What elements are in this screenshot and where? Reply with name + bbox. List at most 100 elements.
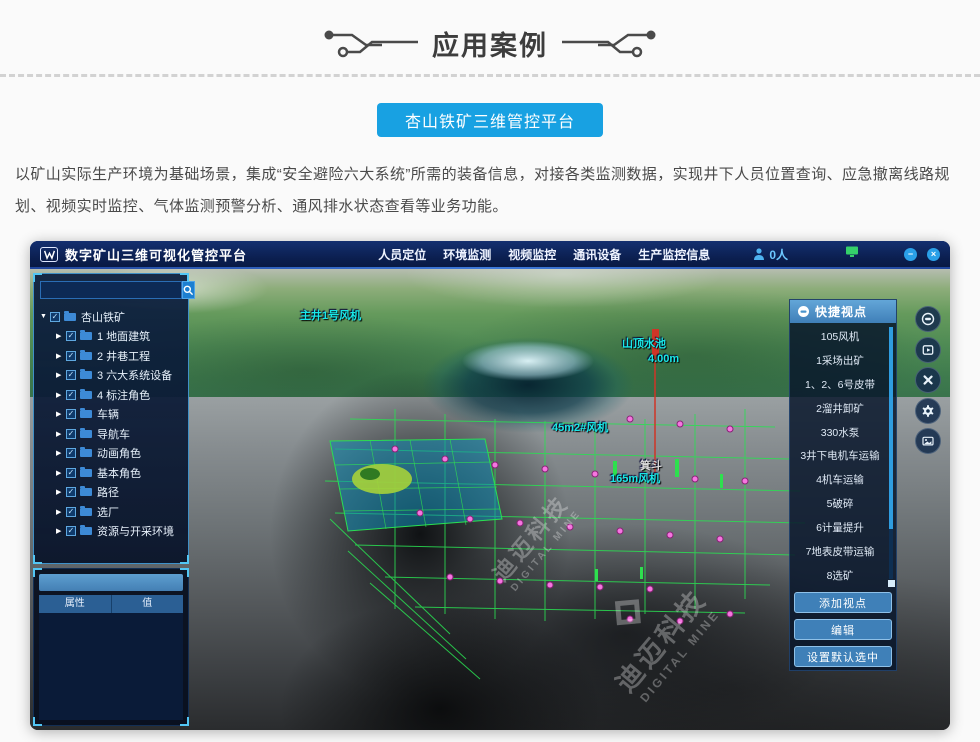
scene-label-fan-45: 45m2#风机 [552,419,608,435]
tree-item-label: 3 六大系统设备 [97,367,172,383]
tree-item[interactable]: ▶✓1 地面建筑 [40,327,182,347]
search-button[interactable] [182,281,195,299]
add-viewpoint-button[interactable]: 添加视点 [794,592,892,613]
tree-item-label: 4 标注角色 [97,387,150,403]
viewpoint-item[interactable]: 5破碎 [794,492,886,516]
checkbox[interactable]: ✓ [66,429,76,439]
chevron-right-icon[interactable]: ▶ [56,332,66,340]
close-button[interactable]: × [927,248,940,261]
viewpoint-item[interactable]: 6计量提升 [794,516,886,540]
tree-item[interactable]: ▶✓ 导航车 [40,424,182,444]
edit-viewpoint-button[interactable]: 编辑 [794,619,892,640]
tree-item[interactable]: ▶✓ 2 井巷工程 [40,346,182,366]
app-title: 数字矿山三维可视化管控平台 [65,245,247,264]
quick-viewpoints-header[interactable]: 快捷视点 [790,300,896,323]
checkbox[interactable]: ✓ [66,390,76,400]
viewpoint-item[interactable]: 330水泵 [794,420,886,444]
property-table-body [39,613,183,720]
gear-icon [921,404,935,418]
nav-production-monitor-info[interactable]: 生产监控信息 [638,246,710,263]
tree-item-label: 2 井巷工程 [97,348,150,364]
search-input[interactable] [40,281,182,299]
monitor-icon[interactable] [845,245,859,263]
page-title: 应用案例 [432,24,548,63]
viewport-tool-column [915,306,941,454]
tree-item[interactable]: ▶✓车辆 [40,405,182,425]
viewpoint-item[interactable]: 8选矿 [794,563,886,587]
tree-item[interactable]: ▶✓ 动画角色 [40,444,182,464]
checkbox[interactable]: ✓ [66,409,76,419]
chevron-right-icon[interactable]: ▶ [56,371,66,379]
chevron-right-icon[interactable]: ▶ [56,352,66,360]
settings-button[interactable] [915,398,941,424]
chevron-right-icon[interactable]: ▶ [56,449,66,457]
snapshot-button[interactable] [915,428,941,454]
watermark-diamond-icon [615,599,641,625]
viewpoint-icon [797,305,810,318]
chevron-right-icon[interactable]: ▶ [56,527,66,535]
property-col-attr: 属性 [39,595,112,613]
scrollbar-thumb[interactable] [889,327,893,529]
chevron-down-icon[interactable]: ▼ [40,313,50,320]
circuit-decoration-left-icon [322,28,418,58]
video-play-button[interactable] [915,337,941,363]
viewpoint-item[interactable]: 7地表皮带运输 [794,539,886,563]
viewpoint-scrollbar[interactable] [889,327,893,579]
chevron-right-icon[interactable]: ▶ [56,430,66,438]
chevron-right-icon[interactable]: ▶ [56,391,66,399]
chevron-right-icon[interactable]: ▶ [56,488,66,496]
checkbox[interactable]: ✓ [66,468,76,478]
circuit-decoration-right-icon [562,28,658,58]
tree-item[interactable]: ▶✓ 路径 [40,483,182,503]
tree-item[interactable]: ▶✓ 3 六大系统设备 [40,366,182,386]
checkbox[interactable]: ✓ [66,351,76,361]
tree-item-label: 基本角色 [97,465,141,481]
viewpoint-list: 105风机 1采场出矿 1、2、6号皮带 2溜井卸矿 330水泵 3井下电机车运… [790,323,896,589]
folder-icon [80,332,92,340]
viewpoint-item[interactable]: 2溜井卸矿 [794,396,886,420]
tree-item-label: 动画角色 [97,445,141,461]
scene-label-pool: 山顶水池 [622,335,666,351]
tree-item[interactable]: ▶✓ 基本角色 [40,463,182,483]
tree-item-label: 导航车 [97,426,130,442]
checkbox[interactable]: ✓ [66,448,76,458]
quick-viewpoints-title: 快捷视点 [815,303,867,320]
set-default-button[interactable]: 设置默认选中 [794,646,892,667]
chevron-right-icon[interactable]: ▶ [56,410,66,418]
viewpoint-item[interactable]: 105风机 [794,325,886,349]
tree-item[interactable]: ▶✓ 选厂 [40,502,182,522]
viewpoint-item[interactable]: 3井下电机车运输 [794,444,886,468]
quick-viewpoints-panel: 快捷视点 105风机 1采场出矿 1、2、6号皮带 2溜井卸矿 330水泵 3井… [789,299,897,671]
tree-item[interactable]: ▶✓资源与开采环境 [40,522,182,542]
record-view-button[interactable] [915,306,941,332]
tree-item[interactable]: ▶✓ 4 标注角色 [40,385,182,405]
minimize-button[interactable]: − [904,248,917,261]
folder-icon [64,313,76,321]
chevron-right-icon[interactable]: ▶ [56,508,66,516]
checkbox[interactable]: ✓ [66,331,76,341]
scene-viewport[interactable]: 主井1号风机 山顶水池 4.00m 45m2#风机 箕斗 165m风机 迪迈科技… [30,269,950,730]
viewpoint-item[interactable]: 1采场出矿 [794,349,886,373]
platform-badge-button[interactable]: 杏山铁矿三维管控平台 [377,103,603,137]
disc-icon [921,312,935,326]
tree-item-root[interactable]: ▼ ✓ 杏山铁矿 [40,307,182,327]
nav-video-monitor[interactable]: 视频监控 [508,246,556,263]
window-controls: − × [904,248,940,261]
folder-icon [80,508,92,516]
nav-personnel-location[interactable]: 人员定位 [378,246,426,263]
checkbox[interactable]: ✓ [66,507,76,517]
checkbox[interactable]: ✓ [50,312,60,322]
tree-item-label: 路径 [97,484,119,500]
nav-environment-monitor[interactable]: 环境监测 [443,246,491,263]
tree-item-label: 选厂 [97,504,119,520]
checkbox[interactable]: ✓ [66,487,76,497]
checkbox[interactable]: ✓ [66,370,76,380]
dashed-divider [0,74,980,77]
viewpoint-item[interactable]: 4机车运输 [794,468,886,492]
tools-button[interactable] [915,367,941,393]
viewpoint-item[interactable]: 1、2、6号皮带 [794,373,886,397]
property-table-header: 属性 值 [39,595,183,613]
nav-communication-devices[interactable]: 通讯设备 [573,246,621,263]
checkbox[interactable]: ✓ [66,526,76,536]
chevron-right-icon[interactable]: ▶ [56,469,66,477]
